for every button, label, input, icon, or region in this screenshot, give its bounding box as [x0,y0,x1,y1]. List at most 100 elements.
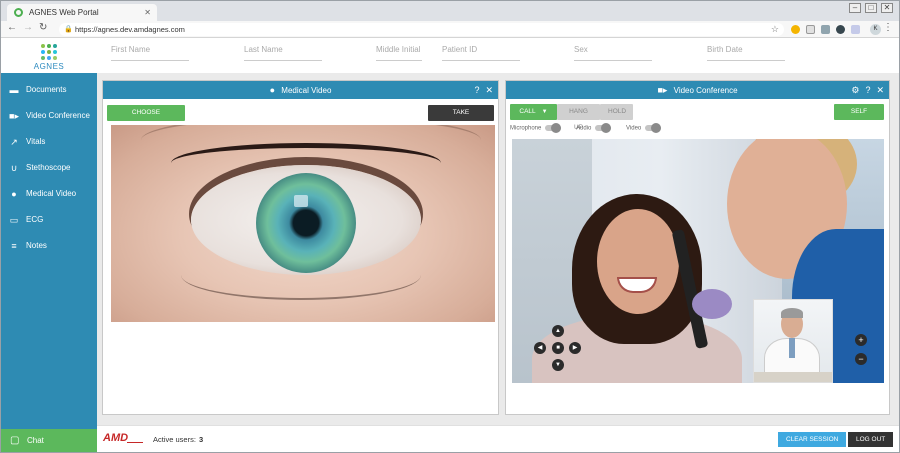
url-field[interactable]: 🔒 https://agnes.dev.amdagnes.com ☆ [59,23,784,36]
logo-dots-icon [31,44,67,60]
chrome-extension-icon[interactable] [791,25,800,34]
sidebar-item-label: Stethoscope [26,163,71,172]
caret-down-icon: ▼ [541,109,548,115]
call-button[interactable]: CALL ▼ [510,104,557,120]
sidebar-item-label: Medical Video [26,189,77,198]
app-header: AGNES First Name Last Name Middle Initia… [1,39,899,73]
sidebar-item-label: Documents [26,85,67,94]
back-icon[interactable]: ← [7,22,17,33]
active-users: Active users: 3 [153,435,203,444]
sidebar-item-notes[interactable]: ≡ Notes [1,233,97,259]
sex-field[interactable]: Sex [574,45,652,61]
tab-bar: AGNES Web Portal ✕ – □ ✕ [1,1,899,21]
middle-initial-field[interactable]: Middle Initial [376,45,422,61]
chat-button[interactable]: ▢ Chat [1,429,97,452]
active-users-count: 3 [198,435,204,444]
help-icon[interactable]: ? [474,81,479,99]
take-snapshot-button[interactable]: TAKE SNAPSHOT [428,105,494,132]
toggle-switch[interactable] [595,123,612,133]
active-users-label: Active users: [153,435,196,444]
self-view-video[interactable] [753,299,833,383]
remote-video-feed: ▲ ◀ ■ ▶ ▼ + − [512,139,884,383]
forward-icon[interactable]: → [23,22,33,33]
pan-up-icon[interactable]: ▲ [552,325,564,337]
webcam-icon: ● [269,85,276,95]
close-icon[interactable]: ✕ [485,81,493,99]
sidebar: ▬ Documents ■▸ Video Conference ↗ Vitals… [1,73,97,452]
pan-left-icon[interactable]: ◀ [534,342,546,354]
camera-stop-icon[interactable]: ■ [552,342,564,354]
help-icon[interactable]: ? [865,81,870,99]
footer: AMD Active users: 3 CLEAR SESSION LOG OUT [97,425,899,452]
amd-logo: AMD [103,432,129,444]
microphone-toggle[interactable]: Microphone [510,123,562,133]
minimize-icon[interactable]: – [849,3,861,13]
medical-video-panel: ● Medical Video ? ✕ CHOOSE VIDEO▼ TAKE S… [102,80,499,415]
sidebar-item-documents[interactable]: ▬ Documents [1,77,97,103]
last-name-field[interactable]: Last Name [244,45,322,61]
birth-date-field[interactable]: Birth Date [707,45,785,61]
hold-button[interactable]: HOLD [600,104,633,120]
logo-text: AGNES [33,62,65,71]
video-conference-header: ■▸ Video Conference ⚙ ? ✕ [506,81,889,99]
sidebar-item-ecg[interactable]: ▭ ECG [1,207,97,233]
zoom-in-icon[interactable]: + [855,334,867,346]
pan-down-icon[interactable]: ▼ [552,359,564,371]
self-view-button[interactable]: SELF VIEW [834,104,884,131]
medical-video-feed [111,125,495,322]
profile-avatar[interactable]: K [870,24,881,35]
browser-menu-icon[interactable]: ⋮ [883,22,893,33]
panel-title: Video Conference [673,86,738,95]
patient-image [597,209,679,314]
zoom-out-icon[interactable]: − [855,353,867,365]
sidebar-item-label: Video Conference [26,111,90,120]
settings-gear-icon[interactable]: ⚙ [851,81,859,99]
agnes-logo: AGNES [31,44,67,71]
toggle-switch[interactable] [645,123,662,133]
folder-icon: ▬ [9,85,19,95]
pan-right-icon[interactable]: ▶ [569,342,581,354]
address-bar: ← → ↻ 🔒 https://agnes.dev.amdagnes.com ☆… [1,21,899,38]
log-out-button[interactable]: LOG OUT [848,432,894,447]
sidebar-item-stethoscope[interactable]: ∪ Stethoscope [1,155,97,181]
agnes-favicon-icon [14,8,23,17]
sidebar-item-medical-video[interactable]: ● Medical Video [1,181,97,207]
video-toggle[interactable]: Video [626,123,662,133]
reload-icon[interactable]: ↻ [39,22,47,33]
hang-up-button[interactable]: HANG UP [557,104,600,131]
call-label: CALL [519,108,536,115]
window-controls: – □ ✕ [849,3,893,13]
notes-icon: ≡ [11,241,17,251]
toggle-label: Audio [576,125,592,132]
first-name-field[interactable]: First Name [111,45,189,61]
browser-tab[interactable]: AGNES Web Portal ✕ [7,4,157,21]
heartbeat-icon [127,435,143,443]
bookmark-star-icon[interactable]: ☆ [771,23,779,36]
sidebar-item-video-conference[interactable]: ■▸ Video Conference [1,103,97,129]
sidebar-item-vitals[interactable]: ↗ Vitals [1,129,97,155]
medical-video-header: ● Medical Video ? ✕ [103,81,498,99]
choose-video-button[interactable]: CHOOSE VIDEO▼ [107,105,185,132]
url-text: https://agnes.dev.amdagnes.com [75,25,185,34]
audio-toggle[interactable]: Audio [576,123,612,133]
toggle-switch[interactable] [545,123,562,133]
main-content: ● Medical Video ? ✕ CHOOSE VIDEO▼ TAKE S… [97,73,899,425]
video-camera-icon: ■▸ [657,85,668,95]
sidebar-item-label: Notes [26,241,47,250]
chat-label: Chat [27,436,44,445]
clear-session-button[interactable]: CLEAR SESSION [778,432,847,447]
window-close-icon[interactable]: ✕ [881,3,893,13]
toggle-label: Microphone [510,125,542,132]
close-icon[interactable]: ✕ [876,81,884,99]
video-camera-icon: ■▸ [9,111,19,121]
ecg-icon: ▭ [9,215,19,225]
tab-close-icon[interactable]: ✕ [144,4,151,21]
panel-title: Medical Video [281,86,332,95]
extension-icon[interactable] [806,25,815,34]
patient-id-field[interactable]: Patient ID [442,45,520,61]
extension-icon[interactable] [836,25,845,34]
extension-icon[interactable] [851,25,860,34]
sidebar-item-label: Vitals [26,137,46,146]
maximize-icon[interactable]: □ [865,3,877,13]
extension-icon[interactable] [821,25,830,34]
